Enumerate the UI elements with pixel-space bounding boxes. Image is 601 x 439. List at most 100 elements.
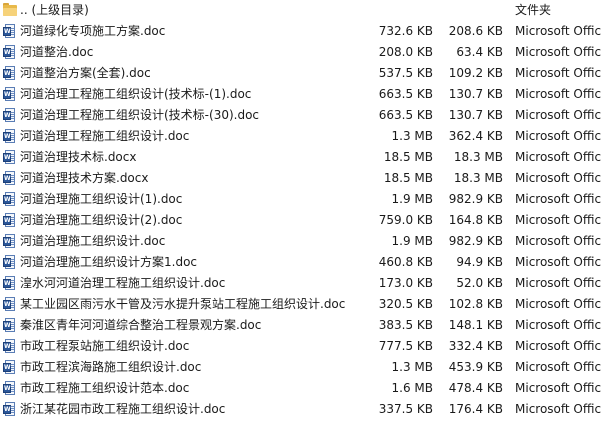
file-type: Microsoft Office [515,66,601,80]
file-type: Microsoft Office [515,339,601,353]
file-row[interactable]: 市政工程施工组织设计范本.doc 1.6 MB 478.4 KB Microsoft … [0,378,601,399]
file-size: 208.0 KB [378,45,433,59]
file-size: 1.3 MB [391,129,433,143]
file-name: 河道治理施工组织设计方案1.doc [20,255,198,269]
file-row[interactable]: 河道治理工程施工组织设计(技术标-(1).doc 663.5 KB 130.7 KB… [0,84,601,105]
parent-directory-label: .. (上级目录) [20,3,89,17]
file-size: 663.5 KB [378,108,433,122]
file-row[interactable]: 河道整治方案(全套).doc 537.5 KB 109.2 KB Microsoft … [0,63,601,84]
file-row[interactable]: 河道治理施工组织设计(1).doc 1.9 MB 982.9 KB Microsoft… [0,189,601,210]
file-type: Microsoft Office [515,255,601,269]
file-size: 759.0 KB [378,213,433,227]
file-packed-size: 148.1 KB [448,318,503,332]
file-size: 1.9 MB [391,192,433,206]
file-type: Microsoft Office [515,150,601,164]
file-size: 460.8 KB [378,255,433,269]
file-row[interactable]: 河道治理施工组织设计(2).doc 759.0 KB 164.8 KB Microso… [0,210,601,231]
file-packed-size: 18.3 MB [453,150,503,164]
file-packed-size: 982.9 KB [448,234,503,248]
file-size: 1.9 MB [391,234,433,248]
file-packed-size: 130.7 KB [448,87,503,101]
word-document-icon [3,108,16,123]
file-packed-size: 18.3 MB [453,171,503,185]
file-row[interactable]: 河道治理施工组织设计方案1.doc 460.8 KB 94.9 KB Microsof… [0,252,601,273]
parent-directory-type: 文件夹 [515,3,552,17]
file-name: 河道整治方案(全套).doc [20,66,151,80]
word-document-icon [3,234,16,249]
folder-icon [3,3,17,18]
word-document-icon [3,360,16,375]
file-row[interactable]: 河道治理技术方案.docx 18.5 MB 18.3 MB Microsoft Off… [0,168,601,189]
file-name: 河道治理工程施工组织设计(技术标-(1).doc [20,87,252,101]
file-size: 1.3 MB [391,360,433,374]
file-name: 秦淮区青年河河道综合整治工程景观方案.doc [20,318,262,332]
file-row[interactable]: 某工业园区雨污水干管及污水提升泵站工程施工组织设计.doc 320.5 KB 102… [0,294,601,315]
file-row[interactable]: 河道治理工程施工组织设计(技术标-(30).doc 663.5 KB 130.7 K… [0,105,601,126]
file-packed-size: 109.2 KB [448,66,503,80]
file-name: 河道治理施工组织设计.doc [20,234,166,248]
file-type: Microsoft Office [515,276,601,290]
file-name: 浙江某花园市政工程施工组织设计.doc [20,402,226,416]
file-size: 320.5 KB [378,297,433,311]
file-size: 1.6 MB [391,381,433,395]
file-packed-size: 332.4 KB [448,339,503,353]
file-row[interactable]: 河道绿化专项施工方案.doc 732.6 KB 208.6 KB Microsoft … [0,21,601,42]
file-row[interactable]: 市政工程滨海路施工组织设计.doc 1.3 MB 453.9 KB Microsoft… [0,357,601,378]
file-size: 18.5 MB [383,150,433,164]
file-type: Microsoft Office [515,192,601,206]
file-packed-size: 208.6 KB [448,24,503,38]
word-document-icon [3,381,16,396]
file-name: 市政工程泵站施工组织设计.doc [20,339,190,353]
file-packed-size: 63.4 KB [456,45,503,59]
word-document-icon [3,45,16,60]
file-size: 18.5 MB [383,171,433,185]
word-document-icon [3,255,16,270]
file-name: 湟水河河道治理工程施工组织设计.doc [20,276,226,290]
file-type: Microsoft Office [515,87,601,101]
file-packed-size: 176.4 KB [448,402,503,416]
file-size: 732.6 KB [378,24,433,38]
word-document-icon [3,150,16,165]
file-packed-size: 478.4 KB [448,381,503,395]
file-name: 某工业园区雨污水干管及污水提升泵站工程施工组织设计.doc [20,297,346,311]
file-size: 777.5 KB [378,339,433,353]
file-name: 河道治理工程施工组织设计(技术标-(30).doc [20,108,260,122]
file-type: Microsoft Office [515,360,601,374]
file-name: 河道治理施工组织设计(2).doc [20,213,183,227]
file-row[interactable]: 湟水河河道治理工程施工组织设计.doc 173.0 KB 52.0 KB Micros… [0,273,601,294]
word-document-icon [3,87,16,102]
file-type: Microsoft Office [515,129,601,143]
file-type: Microsoft Office [515,234,601,248]
word-document-icon [3,171,16,186]
file-row[interactable]: 河道治理技术标.docx 18.5 MB 18.3 MB Microsoft Offi… [0,147,601,168]
file-row[interactable]: 浙江某花园市政工程施工组织设计.doc 337.5 KB 176.4 KB Micro… [0,399,601,420]
file-name: 河道治理施工组织设计(1).doc [20,192,183,206]
file-type: Microsoft Office [515,171,601,185]
file-row[interactable]: 市政工程泵站施工组织设计.doc 777.5 KB 332.4 KB Microsof… [0,336,601,357]
word-document-icon [3,318,16,333]
word-document-icon [3,297,16,312]
file-type: Microsoft Office [515,318,601,332]
file-row[interactable]: 河道治理施工组织设计.doc 1.9 MB 982.9 KB Microsoft Of… [0,231,601,252]
word-document-icon [3,402,16,417]
file-row[interactable]: 河道整治.doc 208.0 KB 63.4 KB Microsoft Office [0,42,601,63]
file-row[interactable]: 秦淮区青年河河道综合整治工程景观方案.doc 383.5 KB 148.1 KB Mi… [0,315,601,336]
file-packed-size: 362.4 KB [448,129,503,143]
word-document-icon [3,66,16,81]
file-type: Microsoft Office [515,213,601,227]
file-type: Microsoft Office [515,297,601,311]
file-name: 市政工程施工组织设计范本.doc [20,381,190,395]
file-packed-size: 164.8 KB [448,213,503,227]
file-row[interactable]: 河道治理工程施工组织设计.doc 1.3 MB 362.4 KB Microsoft … [0,126,601,147]
word-document-icon [3,24,16,39]
file-name: 河道治理技术标.docx [20,150,137,164]
file-size: 173.0 KB [378,276,433,290]
file-type: Microsoft Office [515,381,601,395]
file-size: 337.5 KB [378,402,433,416]
file-name: 河道治理工程施工组织设计.doc [20,129,190,143]
parent-directory-row[interactable]: .. (上级目录) 文件夹 [0,0,601,21]
word-document-icon [3,192,16,207]
file-size: 383.5 KB [378,318,433,332]
file-type: Microsoft Office [515,108,601,122]
file-name: 河道整治.doc [20,45,94,59]
